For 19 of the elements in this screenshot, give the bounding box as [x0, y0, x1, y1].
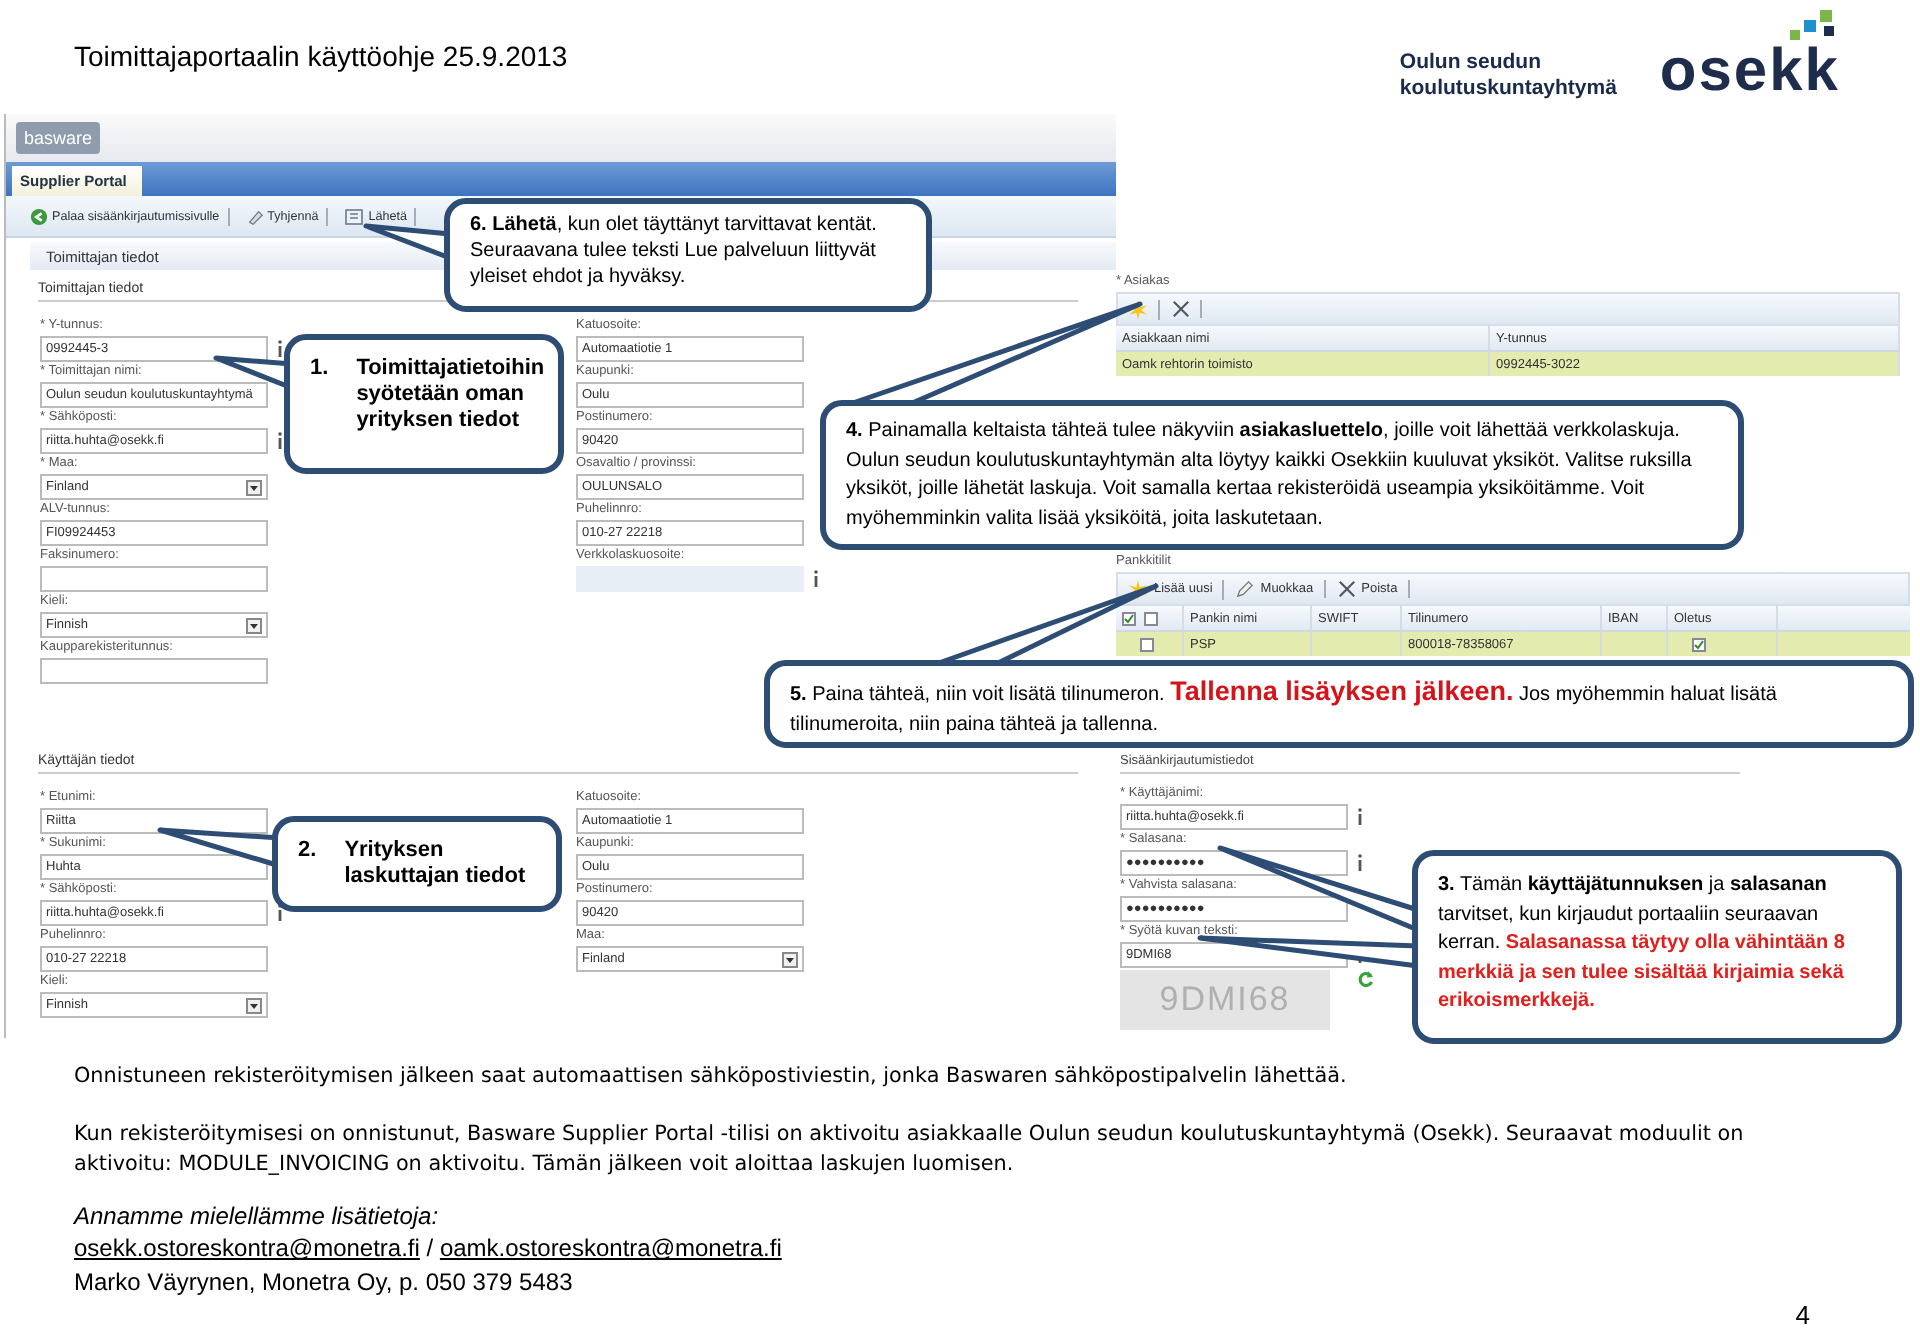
callout-text: Toimittajatietoihin syötetään oman yrityksen tiedot	[356, 356, 538, 437]
body-paragraph: Kun rekisteröitymisesi on onnistunut, Basware Supplier Portal -tilisi on aktivoitu asiakkaalle Oulun seudun koulutuskuntayhtymä (Osekk). Seuraavat moduulit on aktivoitu: MODULE_INVOICING on aktivoitu. Tämän jälkeen voit aloittaa laskujen luomisen.	[74, 1120, 1746, 1181]
body-paragraph: Onnistuneen rekisteröitymisen jälkeen saat automaattisen sähköpostiviestin, jonka Baswaren sähköpostipalvelin lähettää.	[74, 1062, 1349, 1092]
callout-text: Yrityksen laskuttajan tiedot	[344, 838, 528, 890]
page-number: 4	[1795, 1300, 1810, 1330]
contact-person: Marko Väyrynen, Monetra Oy, p. 050 379 5483	[74, 1265, 575, 1298]
logo-text: osekk	[1659, 41, 1840, 101]
email-link[interactable]: oamk.ostoreskontra@monetra.fi	[439, 1234, 782, 1263]
separator-text: /	[426, 1234, 434, 1263]
callout-text: 3. Tämän käyttäjätunnuksen ja salasanan tarvitset, kun kirjaudut portaaliin seuraavan kerran. Salasanassa täytyy olla vähintään 8 merkkiä ja sen tulee sisältää kirjaimia sekä erikoismerkkejä.	[1438, 872, 1847, 1016]
callout-text: 5. Paina tähteä, niin voit lisätä tilinumeron. Tallenna lisäyksen jälkeen. Jos myöhemmin haluat lisätä tilinumeroita, niin paina tähteä ja tallenna.	[790, 674, 1779, 730]
email-link[interactable]: osekk.ostoreskontra@monetra.fi	[74, 1234, 420, 1263]
callout-text: 4. Painamalla keltaista tähteä tulee näkyviin asiakasluettelo, joille voit lähettää verkkolaskuja. Oulun seudun koulutuskuntayhtymän alta löytyy kaikki Osekkiin kuuluvat yksiköt. Valitse ruksilla yksiköt, joille lähetät laskuja. Voit samalla kertaa rekisteröidä useampia yksiköitämme. Voit myöhemminkin valita lisää yksiköitä, joita laskutetaan.	[846, 418, 1694, 532]
organization-name: Oulun seudun koulutuskuntayhtymä	[1399, 50, 1619, 101]
callout-number: 2.	[298, 838, 317, 866]
contact-heading: Annamme mielellämme lisätietoja:	[74, 1200, 441, 1233]
portal-logo: basware	[16, 122, 101, 154]
document-title: Toimittajaportaalin käyttöohje 25.9.2013	[74, 39, 568, 71]
callout-number: 1.	[310, 356, 329, 384]
